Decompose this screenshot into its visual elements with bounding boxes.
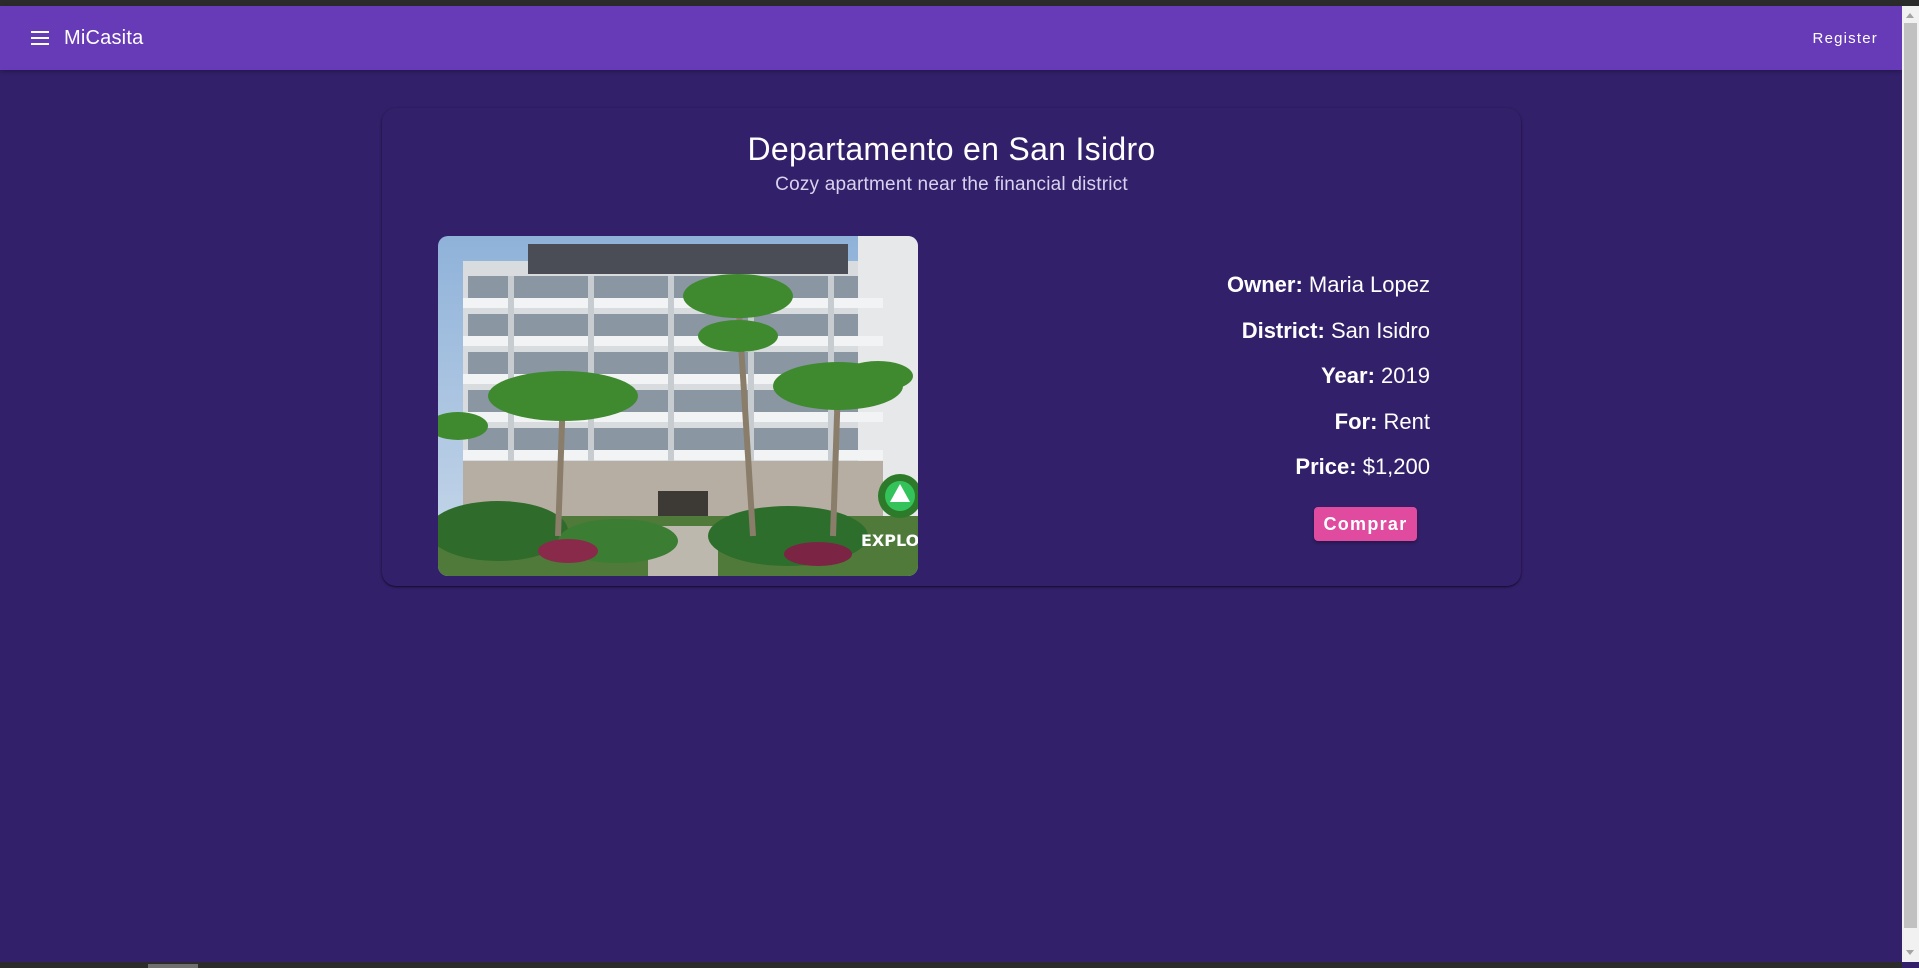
detail-owner-label: Owner: <box>1227 272 1303 297</box>
detail-price-label: Price: <box>1295 454 1357 479</box>
property-subtitle: Cozy apartment near the financial distri… <box>775 174 1128 195</box>
property-photo: EXPLOR <box>438 236 918 576</box>
detail-year-label: Year: <box>1321 363 1375 388</box>
app-toolbar: MiCasita Register <box>0 6 1902 70</box>
scroll-down-arrow-icon[interactable] <box>1906 950 1914 955</box>
horizontal-scroll-thumb[interactable] <box>148 964 198 968</box>
detail-for-label: For: <box>1334 408 1378 434</box>
detail-district: District: San Isidro <box>1227 317 1430 363</box>
detail-for-value: Rent <box>1383 408 1430 434</box>
detail-year: Year: 2019 <box>1227 362 1430 408</box>
menu-icon <box>31 31 49 45</box>
scroll-thumb[interactable] <box>1904 23 1917 928</box>
register-link[interactable]: Register <box>1813 22 1878 55</box>
detail-owner: Owner: Maria Lopez <box>1227 271 1430 317</box>
buy-button[interactable]: Comprar <box>1314 507 1417 541</box>
detail-owner-value: Maria Lopez <box>1308 272 1430 297</box>
detail-district-label: District: <box>1241 317 1325 343</box>
menu-button[interactable] <box>20 18 60 58</box>
window-bottom-strip <box>0 962 1902 968</box>
detail-year-value: 2019 <box>1381 363 1430 388</box>
detail-district-value: San Isidro <box>1330 317 1430 343</box>
detail-price-value: $1,200 <box>1362 454 1430 479</box>
scroll-up-arrow-icon[interactable] <box>1906 13 1914 18</box>
property-details: Owner: Maria Lopez District: San Isidro … <box>1227 271 1430 499</box>
detail-for: For: Rent <box>1227 408 1430 454</box>
apartment-building-image: EXPLOR <box>438 236 918 576</box>
property-title: Departamento en San Isidro <box>747 131 1156 167</box>
brand-title[interactable]: MiCasita <box>64 27 143 50</box>
vertical-scrollbar[interactable] <box>1902 6 1919 962</box>
photo-watermark-text: EXPLOR <box>861 531 918 550</box>
detail-price: Price: $1,200 <box>1227 453 1430 499</box>
property-card: Departamento en San Isidro Cozy apartmen… <box>382 108 1521 586</box>
